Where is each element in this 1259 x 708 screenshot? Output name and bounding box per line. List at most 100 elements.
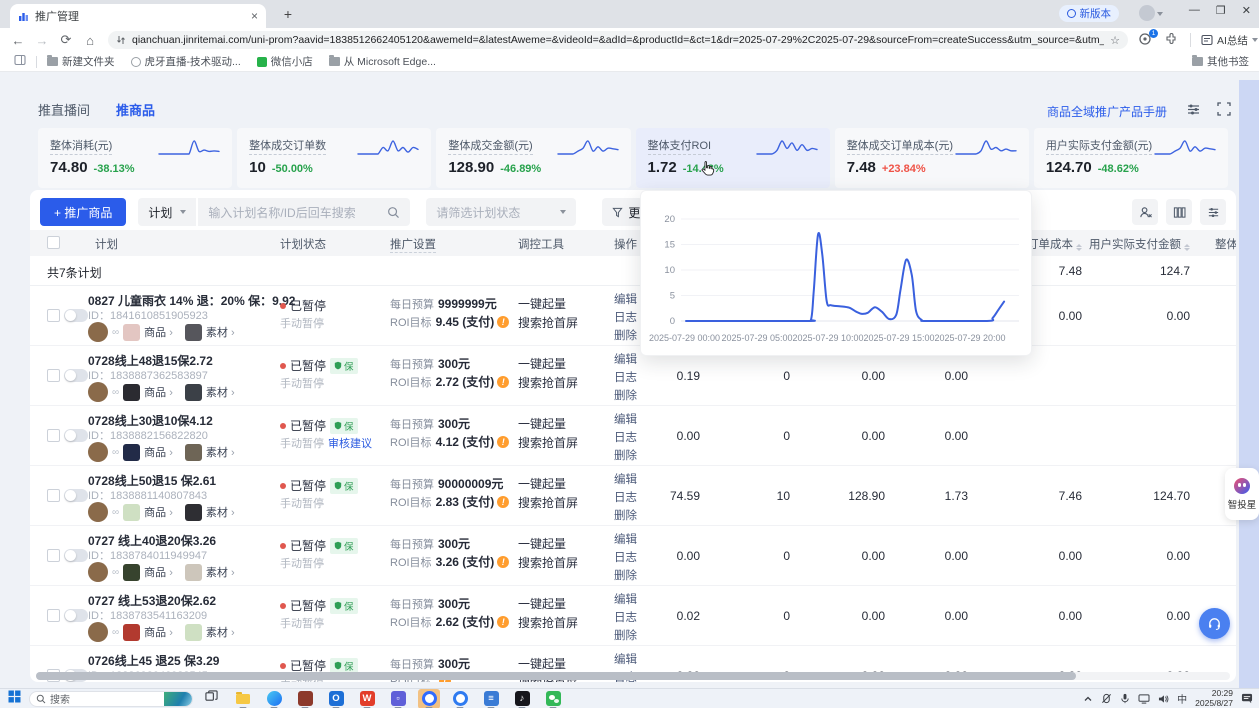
stat-card[interactable]: 整体成交订单数 10 -50.00% [237, 128, 431, 188]
taskbar-app-icon[interactable]: ≡ [480, 689, 502, 708]
col-header-user-pay[interactable]: 用户实际支付金额 [1082, 236, 1190, 252]
taskbar-search[interactable]: 搜索 [29, 691, 193, 707]
warning-icon[interactable]: ! [497, 376, 509, 388]
audience-icon-button[interactable] [1132, 199, 1158, 225]
product-manual-link[interactable]: 商品全域推广产品手册 [1047, 103, 1167, 120]
start-button[interactable] [8, 690, 21, 708]
op-edit-link[interactable]: 编辑 [614, 471, 637, 487]
taskbar-app-icon[interactable] [263, 689, 285, 708]
stat-card[interactable]: 用户实际支付金额(元) 124.70 -48.62% [1034, 128, 1228, 188]
ai-summary-button[interactable]: AI总结 [1201, 33, 1258, 48]
product-link[interactable]: 商品 › [144, 444, 173, 460]
tab-promote-product[interactable]: 推商品 [116, 100, 155, 119]
row-checkbox[interactable] [47, 549, 60, 562]
task-view-button[interactable] [205, 690, 218, 708]
material-link[interactable]: 素材 › [206, 624, 235, 640]
extensions-puzzle-icon[interactable] [1164, 32, 1180, 48]
material-thumbnail[interactable] [185, 504, 202, 521]
stat-card[interactable]: 整体支付ROI 1.72 -14.43% [636, 128, 830, 188]
row-checkbox[interactable] [47, 609, 60, 622]
stat-card[interactable]: 整体消耗(元) 74.80 -38.13% [38, 128, 232, 188]
ime-indicator[interactable]: 中 [1177, 691, 1187, 706]
search-icon[interactable] [387, 206, 400, 219]
col-header-settings[interactable]: 推广设置 [390, 236, 436, 253]
op-edit-link[interactable]: 编辑 [614, 291, 637, 307]
material-link[interactable]: 素材 › [206, 564, 235, 580]
stat-card[interactable]: 整体成交订单成本(元) 7.48 +23.84% [835, 128, 1029, 188]
material-link[interactable]: 素材 › [206, 444, 235, 460]
horizontal-scrollbar[interactable] [36, 672, 1230, 680]
warning-icon[interactable]: ! [497, 616, 509, 628]
op-delete-link[interactable]: 删除 [614, 387, 637, 403]
microphone-icon[interactable] [1120, 693, 1130, 704]
col-header-plan[interactable]: 计划 [95, 236, 118, 252]
bookmark-item[interactable]: 从 Microsoft Edge... [329, 54, 436, 69]
product-thumbnail[interactable] [123, 564, 140, 581]
window-minimize-button[interactable]: — [1189, 4, 1200, 17]
taskbar-app-icon[interactable] [418, 689, 440, 708]
help-support-button[interactable] [1199, 608, 1230, 639]
material-thumbnail[interactable] [185, 564, 202, 581]
home-button[interactable]: ⌂ [78, 33, 102, 48]
scrollbar-thumb[interactable] [36, 672, 1076, 680]
search-highlight-image[interactable] [164, 691, 192, 707]
op-edit-link[interactable]: 编辑 [614, 351, 637, 367]
material-thumbnail[interactable] [185, 384, 202, 401]
tool-boost-link[interactable]: 一键起量 [518, 295, 566, 312]
material-link[interactable]: 素材 › [206, 384, 235, 400]
tool-boost-link[interactable]: 一键起量 [518, 595, 566, 612]
plan-search-input[interactable]: 输入计划名称/ID后回车搜索 [198, 198, 410, 226]
row-checkbox[interactable] [47, 429, 60, 442]
material-link[interactable]: 素材 › [206, 324, 235, 340]
material-thumbnail[interactable] [185, 624, 202, 641]
tool-boost-link[interactable]: 一键起量 [518, 475, 566, 492]
taskbar-app-icon[interactable] [449, 689, 471, 708]
browser-profile-avatar[interactable] [1139, 5, 1155, 21]
row-checkbox[interactable] [47, 309, 60, 322]
notification-center-icon[interactable] [1241, 693, 1253, 704]
tool-search-link[interactable]: 搜索抢首屏 [518, 494, 578, 511]
row-toggle-switch[interactable] [64, 489, 88, 502]
address-bar[interactable]: qianchuan.jinritemai.com/uni-prom?aavid=… [108, 31, 1128, 49]
product-thumbnail[interactable] [123, 504, 140, 521]
warning-icon[interactable]: ! [497, 556, 509, 568]
warning-icon[interactable]: ! [497, 496, 509, 508]
window-close-button[interactable]: ✕ [1242, 4, 1251, 17]
product-link[interactable]: 商品 › [144, 564, 173, 580]
tool-search-link[interactable]: 搜索抢首屏 [518, 554, 578, 571]
browser-tab[interactable]: 推广管理 × [10, 4, 266, 28]
warning-icon[interactable]: ! [497, 316, 509, 328]
forward-button[interactable]: → [30, 33, 54, 48]
op-edit-link[interactable]: 编辑 [614, 651, 637, 667]
tab-close-icon[interactable]: × [251, 9, 258, 23]
row-checkbox[interactable] [47, 489, 60, 502]
network-display-icon[interactable] [1138, 694, 1150, 704]
custom-columns-icon-button[interactable] [1200, 199, 1226, 225]
tool-search-link[interactable]: 搜索抢首屏 [518, 614, 578, 631]
tab-live-room[interactable]: 推直播间 [38, 100, 90, 119]
material-thumbnail[interactable] [185, 444, 202, 461]
op-edit-link[interactable]: 编辑 [614, 591, 637, 607]
tool-boost-link[interactable]: 一键起量 [518, 415, 566, 432]
new-version-badge[interactable]: 新版本 [1059, 5, 1120, 22]
bookmark-item[interactable]: 微信小店 [257, 54, 313, 69]
product-thumbnail[interactable] [123, 444, 140, 461]
row-toggle-switch[interactable] [64, 369, 88, 382]
select-all-checkbox[interactable] [47, 236, 60, 249]
row-toggle-switch[interactable] [64, 609, 88, 622]
col-header-tools[interactable]: 调控工具 [518, 236, 564, 252]
row-toggle-switch[interactable] [64, 309, 88, 322]
new-tab-button[interactable]: + [278, 6, 298, 22]
taskbar-app-icon[interactable]: ♪ [511, 689, 533, 708]
product-link[interactable]: 商品 › [144, 624, 173, 640]
op-delete-link[interactable]: 删除 [614, 327, 637, 343]
warning-icon[interactable]: ! [497, 436, 509, 448]
tool-boost-link[interactable]: 一键起量 [518, 355, 566, 372]
sort-icon[interactable] [1184, 244, 1190, 251]
taskbar-app-icon[interactable]: O [325, 689, 347, 708]
row-checkbox[interactable] [47, 369, 60, 382]
taskbar-app-icon[interactable] [542, 689, 564, 708]
taskbar-clock[interactable]: 20:29 2025/8/27 [1195, 689, 1233, 708]
op-edit-link[interactable]: 编辑 [614, 531, 637, 547]
reload-button[interactable]: ⟳ [54, 32, 78, 48]
